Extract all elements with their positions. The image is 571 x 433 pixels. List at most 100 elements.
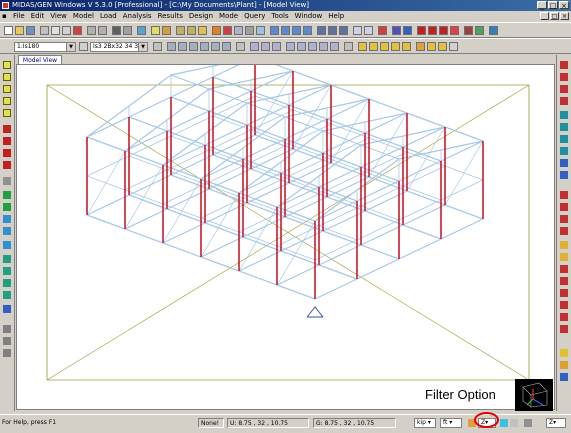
plane5-icon[interactable] <box>330 42 339 51</box>
menu-window[interactable]: Window <box>292 11 326 22</box>
color-swatch-icon[interactable] <box>500 419 508 427</box>
hourglass-icon[interactable] <box>560 361 568 369</box>
redo-icon[interactable] <box>98 26 107 35</box>
undo-icon[interactable] <box>87 26 96 35</box>
pencil3-icon[interactable] <box>560 85 568 93</box>
section-icon[interactable] <box>79 42 88 51</box>
intersect-icon[interactable] <box>560 265 568 273</box>
intersect-select-icon[interactable] <box>189 42 198 51</box>
hidden-line-icon[interactable] <box>3 177 11 185</box>
minimize-button[interactable]: _ <box>537 1 547 10</box>
select-all-icon[interactable] <box>222 42 231 51</box>
menu-model[interactable]: Model <box>70 11 97 22</box>
section-view-icon[interactable] <box>3 279 11 287</box>
extrude2-icon[interactable] <box>560 253 568 261</box>
new-file-icon[interactable] <box>4 26 13 35</box>
mdi-minimize-button[interactable]: _ <box>540 12 549 20</box>
view-combo[interactable]: Z▾ <box>546 418 566 428</box>
mirror-icon[interactable] <box>560 159 568 167</box>
load-icon[interactable] <box>3 227 11 235</box>
delete-load-icon[interactable] <box>464 26 473 35</box>
element-pencil-icon[interactable] <box>560 191 568 199</box>
menu-view[interactable]: View <box>47 11 70 22</box>
polygon-select-icon[interactable] <box>178 42 187 51</box>
move-icon[interactable] <box>3 337 11 345</box>
menu-tools[interactable]: Tools <box>268 11 291 22</box>
pan-icon[interactable] <box>328 26 337 35</box>
split-icon[interactable] <box>560 277 568 285</box>
pencil2-icon[interactable] <box>560 73 568 81</box>
element-number-icon[interactable] <box>3 203 11 211</box>
element-pencil2-icon[interactable] <box>560 203 568 211</box>
fire-icon[interactable] <box>417 26 426 35</box>
plane4-icon[interactable] <box>319 42 328 51</box>
change-param-icon[interactable] <box>560 313 568 321</box>
view-top-icon[interactable] <box>281 26 290 35</box>
tree2-icon[interactable] <box>369 42 378 51</box>
doc-icon[interactable]: ▪ <box>0 11 10 22</box>
divide-icon[interactable] <box>560 147 568 155</box>
copy-node-icon[interactable] <box>560 123 568 131</box>
merge-icon[interactable] <box>560 289 568 297</box>
unselect-icon[interactable] <box>236 42 245 51</box>
mdi-close-button[interactable]: × <box>560 12 569 20</box>
cut-icon[interactable] <box>40 26 49 35</box>
node-icon[interactable] <box>151 26 160 35</box>
zoom-out-icon[interactable] <box>3 97 11 105</box>
menu-edit[interactable]: Edit <box>28 11 48 22</box>
pencil-icon[interactable] <box>560 61 568 69</box>
print-view-icon[interactable] <box>3 305 11 313</box>
check-icon[interactable] <box>560 373 568 381</box>
tools-icon[interactable] <box>256 26 265 35</box>
result-icon[interactable] <box>223 26 232 35</box>
info-icon[interactable] <box>560 349 568 357</box>
translate-icon[interactable] <box>560 171 568 179</box>
unlock-icon[interactable] <box>449 42 458 51</box>
node-number-icon[interactable] <box>3 191 11 199</box>
menu-design[interactable]: Design <box>186 11 216 22</box>
pencil4-icon[interactable] <box>560 97 568 105</box>
screen-icon[interactable] <box>489 26 498 35</box>
load-arrow-icon[interactable] <box>428 26 437 35</box>
view-front-icon[interactable] <box>270 26 279 35</box>
pan-arrows-icon[interactable] <box>3 349 11 357</box>
design-icon[interactable] <box>234 26 243 35</box>
boundary-icon[interactable] <box>3 215 11 223</box>
menu-query[interactable]: Query <box>241 11 268 22</box>
rotate-up-icon[interactable] <box>3 149 11 157</box>
element-pencil3-icon[interactable] <box>560 215 568 223</box>
extrude-icon[interactable] <box>560 241 568 249</box>
lock2-icon[interactable] <box>427 42 436 51</box>
preview-icon[interactable] <box>123 26 132 35</box>
tree3-icon[interactable] <box>380 42 389 51</box>
hidden-icon[interactable] <box>364 26 373 35</box>
grid-icon[interactable] <box>176 26 185 35</box>
force-unit-combo[interactable]: kip ▾ <box>414 418 436 428</box>
mdi-restore-button[interactable]: □ <box>550 12 559 20</box>
rotate-down-icon[interactable] <box>3 161 11 169</box>
element-pencil4-icon[interactable] <box>560 227 568 235</box>
view-iso-icon[interactable] <box>303 26 312 35</box>
copy-icon[interactable] <box>51 26 60 35</box>
help-icon[interactable] <box>137 26 146 35</box>
zoom-prev-icon[interactable] <box>3 109 11 117</box>
snap-icon[interactable] <box>187 26 196 35</box>
menu-load[interactable]: Load <box>97 11 120 22</box>
zoom-fit-icon[interactable] <box>3 61 11 69</box>
renumber-icon[interactable] <box>560 325 568 333</box>
material-combo[interactable]: Is3 2Bx32 34 35 3 ▼ <box>90 42 148 52</box>
move-node-icon[interactable] <box>560 111 568 119</box>
analysis-icon[interactable] <box>212 26 221 35</box>
plane2-icon[interactable] <box>297 42 306 51</box>
plane-select-icon[interactable] <box>200 42 209 51</box>
length-unit-combo[interactable]: ft ▾ <box>440 418 462 428</box>
tree4-icon[interactable] <box>391 42 400 51</box>
tree5-icon[interactable] <box>402 42 411 51</box>
rotate-element-icon[interactable] <box>560 301 568 309</box>
lock-icon[interactable] <box>416 42 425 51</box>
window-select-icon[interactable] <box>167 42 176 51</box>
maximize-button[interactable]: □ <box>548 1 558 10</box>
rotate-right-icon[interactable] <box>3 137 11 145</box>
zoom-icon[interactable] <box>317 26 326 35</box>
print-icon[interactable] <box>112 26 121 35</box>
